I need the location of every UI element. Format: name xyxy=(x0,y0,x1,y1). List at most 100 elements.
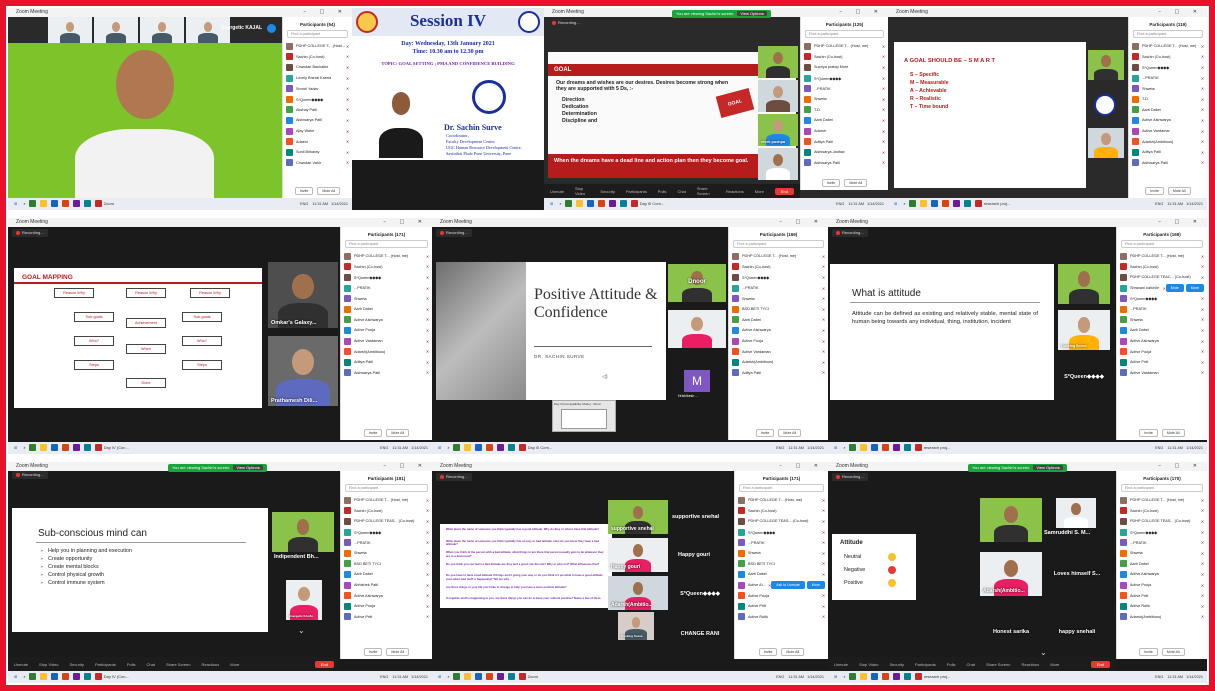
invite-button[interactable]: Invite xyxy=(1139,429,1158,437)
participant-row[interactable]: Active Pritt ✕ xyxy=(1117,357,1207,368)
mic-muted-icon[interactable]: ✕ xyxy=(1201,583,1204,588)
end-meeting-button[interactable]: End xyxy=(1090,660,1110,668)
mic-muted-icon[interactable]: ✕ xyxy=(822,593,825,598)
mic-muted-icon[interactable]: ✕ xyxy=(1201,76,1204,81)
taskbar-app-icon[interactable] xyxy=(94,673,102,681)
participant-row[interactable]: Aarti Dabei ✕ xyxy=(1129,105,1207,116)
mic-muted-icon[interactable]: ✕ xyxy=(822,317,825,322)
mic-muted-icon[interactable]: ✕ xyxy=(426,307,429,312)
taskbar-app-icon[interactable] xyxy=(39,444,47,452)
mic-muted-icon[interactable]: ✕ xyxy=(882,44,885,49)
participant-row[interactable]: PDHP COLLEGE T... (Host, me) ✕ xyxy=(735,495,828,506)
mic-muted-icon[interactable]: ✕ xyxy=(1201,86,1204,91)
participant-row[interactable]: Shweta ✕ xyxy=(801,94,888,105)
participant-row[interactable]: Active Pooja ✕ xyxy=(1117,346,1207,357)
taskbar-app-icon[interactable] xyxy=(474,673,482,681)
toolbar-share-screen[interactable]: Share Screen xyxy=(166,662,190,667)
participant-row[interactable]: S*Queen◆◆◆◆ ✕ xyxy=(341,527,432,538)
participant-row[interactable]: PDHP COLLEGE T... (Host, me) ✕ xyxy=(283,41,352,52)
participant-row[interactable]: Adaeni ✕ xyxy=(283,136,352,147)
taskbar-app-icon[interactable] xyxy=(619,200,627,208)
toolbar-polls[interactable]: Polls xyxy=(658,189,667,194)
window-controls[interactable]: – □ ✕ xyxy=(383,218,428,227)
taskbar-app-icon[interactable] xyxy=(485,444,493,452)
participant-row[interactable]: Ajay Wahe ✕ xyxy=(283,126,352,137)
chevron-down-icon[interactable]: ⌄ xyxy=(1040,648,1047,657)
mic-muted-icon[interactable]: ✕ xyxy=(426,275,429,280)
participant-row[interactable]: S*Queen◆◆◆◆ ✕ xyxy=(1129,62,1207,73)
mic-muted-icon[interactable]: ✕ xyxy=(426,360,429,365)
mic-muted-icon[interactable]: ✕ xyxy=(1201,370,1204,375)
mic-muted-icon[interactable]: ✕ xyxy=(1201,275,1204,280)
participant-row[interactable]: Sachin (Co-host) ✕ xyxy=(1129,52,1207,63)
mic-muted-icon[interactable]: ✕ xyxy=(426,254,429,259)
toolbar-more[interactable]: More xyxy=(230,662,239,667)
taskbar-app-icon[interactable] xyxy=(39,673,47,681)
mic-muted-icon[interactable]: ✕ xyxy=(1201,360,1204,365)
mic-muted-icon[interactable]: ✕ xyxy=(426,296,429,301)
mic-muted-icon[interactable]: ✕ xyxy=(882,86,885,91)
window-controls[interactable]: – □ ✕ xyxy=(1158,218,1203,227)
speaker-icon[interactable]: ◁) xyxy=(602,374,608,380)
mic-muted-icon[interactable]: ✕ xyxy=(822,349,825,354)
participant-row[interactable]: PDHP COLLEGE T... (Host, me) ✕ xyxy=(801,41,888,52)
mic-muted-icon[interactable]: ✕ xyxy=(346,65,349,70)
invite-button[interactable]: Invite xyxy=(363,429,383,437)
participant-row[interactable]: Active Aishwarya ✕ xyxy=(1117,336,1207,347)
taskbar-app-icon[interactable] xyxy=(61,673,69,681)
participant-row[interactable]: S*Queen◆◆◆◆ ✕ xyxy=(341,272,432,283)
taskbar-search-icon[interactable]: ⌕ xyxy=(903,201,906,206)
taskbar-app-icon[interactable] xyxy=(39,200,47,208)
participant-row[interactable]: Sachin (Co-host) ✕ xyxy=(735,506,828,517)
invite-button[interactable]: Invite xyxy=(1145,187,1164,195)
taskbar-app-icon[interactable] xyxy=(848,673,856,681)
window-controls[interactable]: – □ ✕ xyxy=(383,462,428,471)
mic-muted-icon[interactable]: ✕ xyxy=(822,286,825,291)
ask-to-unmute-button[interactable]: Ask to Unmute xyxy=(771,581,805,590)
taskbar-app-label[interactable]: research proj... xyxy=(984,201,1011,206)
toolbar-unmute[interactable]: Unmute xyxy=(550,189,564,194)
participant-row[interactable]: PDHP COLLEGE T... (Host, me) ✕ xyxy=(1129,41,1207,52)
mute-all-button[interactable]: Mute All xyxy=(781,648,805,656)
participant-row[interactable]: Sachin (Co-host) ✕ xyxy=(729,262,828,273)
mic-muted-icon[interactable]: ✕ xyxy=(346,150,349,155)
participant-row[interactable]: Active Pritt ✕ xyxy=(341,612,432,623)
mic-muted-icon[interactable]: ✕ xyxy=(426,604,429,609)
participant-row[interactable]: PDHP COLLEGE T... (Host, me) ✕ xyxy=(729,251,828,262)
mic-muted-icon[interactable]: ✕ xyxy=(1201,160,1204,165)
participant-row[interactable]: Adarsh(Ambitious) ✕ xyxy=(729,357,828,368)
view-options-button[interactable]: View Options xyxy=(233,465,263,470)
participant-row[interactable]: Shweta ✕ xyxy=(341,293,432,304)
taskbar-search-icon[interactable]: ⌕ xyxy=(843,674,846,679)
taskbar-app-label[interactable]: Zoom xyxy=(104,201,114,206)
mic-muted-icon[interactable]: ✕ xyxy=(882,97,885,102)
window-controls[interactable]: – □ ✕ xyxy=(1158,462,1203,471)
taskbar-app-icon[interactable] xyxy=(28,200,36,208)
participant-row[interactable]: Active Pooja ✕ xyxy=(735,590,828,601)
invite-button[interactable]: Invite xyxy=(755,429,775,437)
window-controls[interactable]: – □ ✕ xyxy=(779,218,824,227)
participant-row[interactable]: PDHP COLLEGE T... (Host, me) ✕ xyxy=(1117,495,1207,506)
mic-muted-icon[interactable]: ✕ xyxy=(822,561,825,566)
participant-search-input[interactable]: Find a participant xyxy=(345,240,428,248)
mic-muted-icon[interactable]: ✕ xyxy=(822,296,825,301)
participant-row[interactable]: Aarti Dabei ✕ xyxy=(735,569,828,580)
mic-muted-icon[interactable]: ✕ xyxy=(1201,118,1204,123)
mic-muted-icon[interactable]: ✕ xyxy=(426,317,429,322)
mic-muted-icon[interactable]: ✕ xyxy=(1201,65,1204,70)
taskbar-app-icon[interactable] xyxy=(941,200,949,208)
toolbar-reactions[interactable]: Reactions xyxy=(726,189,744,194)
mute-all-button[interactable]: Mute All xyxy=(844,179,868,187)
toolbar-security[interactable]: Security xyxy=(600,189,614,194)
participant-row[interactable]: Supriya pratap More ✕ xyxy=(801,62,888,73)
participant-row[interactable]: Sachin (Co-host) ✕ xyxy=(1117,506,1207,517)
taskbar-app-label[interactable]: Day III Com... xyxy=(528,445,552,450)
mic-muted-icon[interactable]: ✕ xyxy=(426,264,429,269)
participant-row[interactable]: Sachin (Co-host) ✕ xyxy=(341,506,432,517)
mic-muted-icon[interactable]: ✕ xyxy=(822,339,825,344)
participant-row[interactable]: BSD BETI TYCI ✕ xyxy=(341,559,432,570)
mic-muted-icon[interactable]: ✕ xyxy=(1201,349,1204,354)
mic-muted-icon[interactable]: ✕ xyxy=(346,118,349,123)
participant-row[interactable]: Active Rutik ✕ xyxy=(1117,601,1207,612)
participant-row[interactable]: Active Pooja ✕ xyxy=(341,601,432,612)
